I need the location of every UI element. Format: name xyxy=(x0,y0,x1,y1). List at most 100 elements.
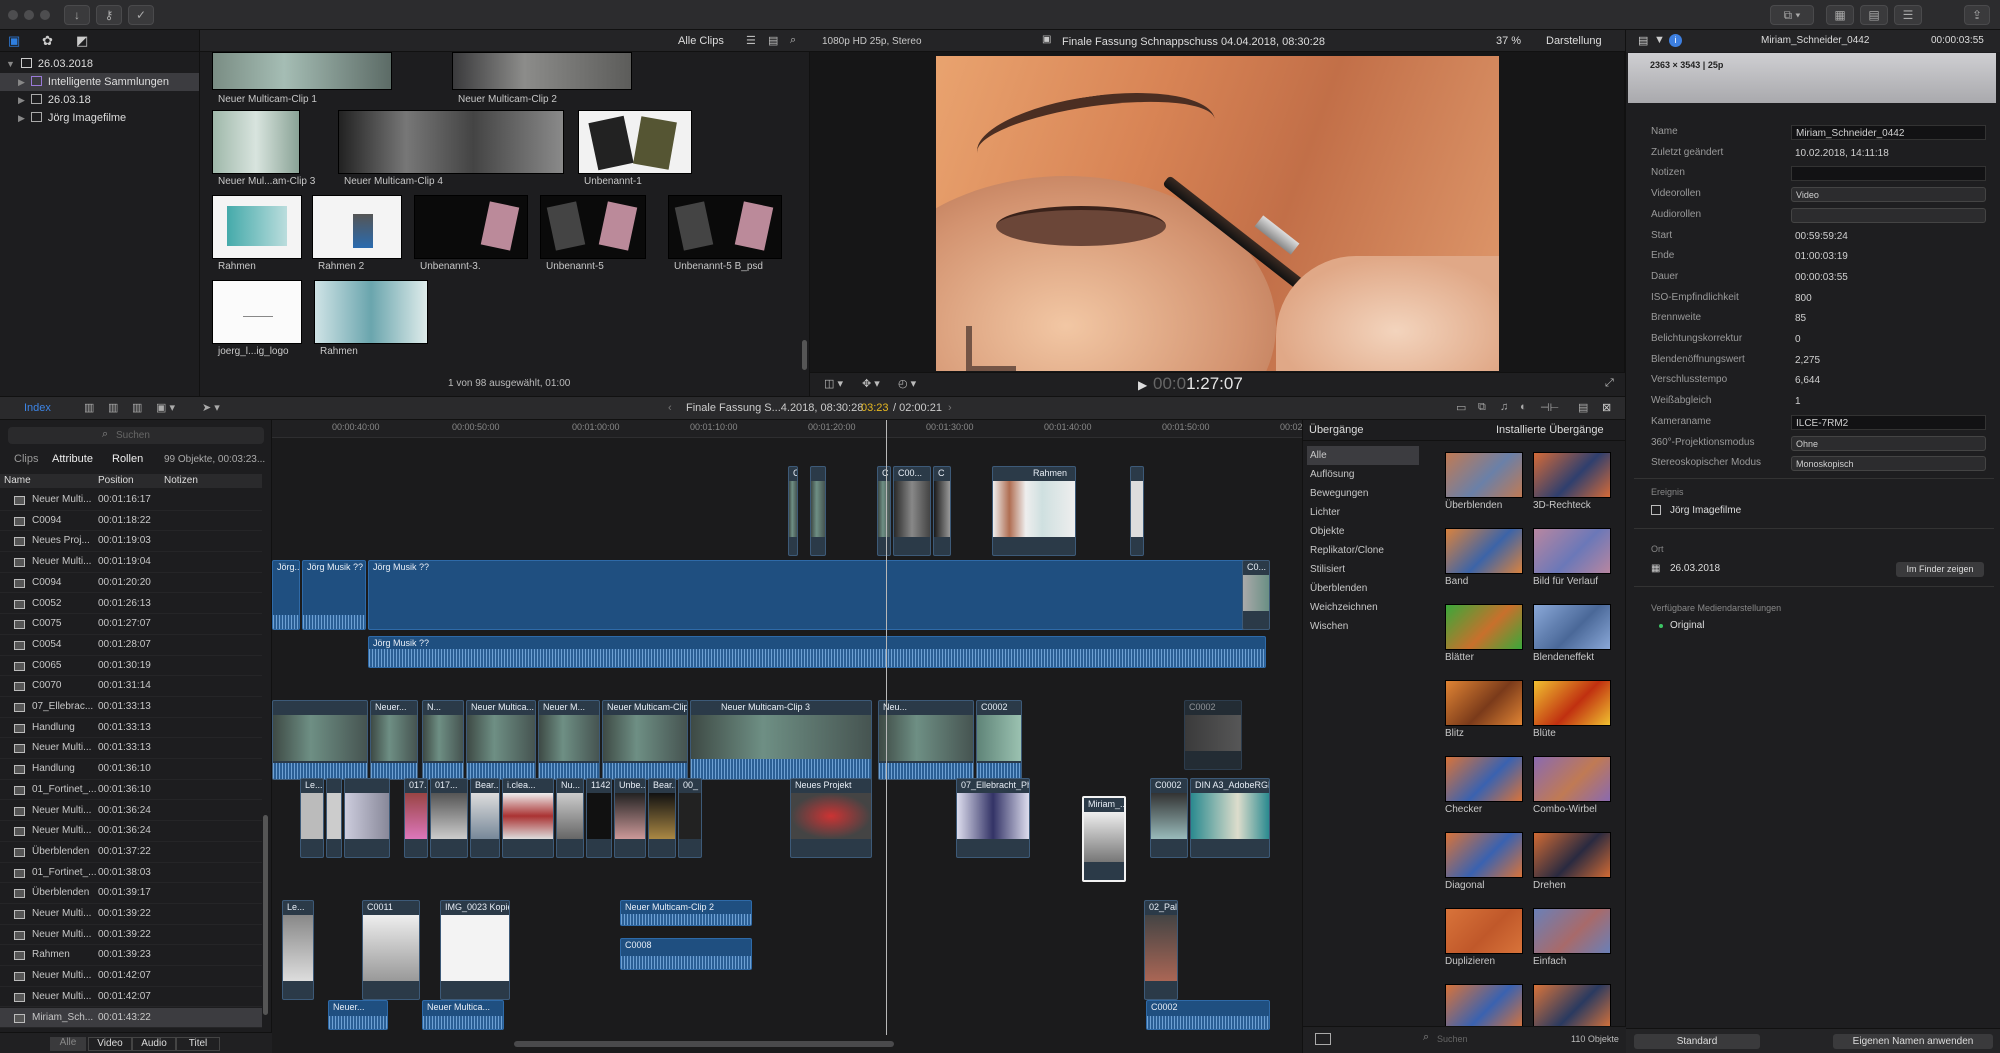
layout-timeline-icon[interactable]: ▤ xyxy=(1860,5,1888,25)
search-icon[interactable]: ⌕ xyxy=(790,34,796,47)
import-icon[interactable]: ↓ xyxy=(64,5,90,25)
connected-clip[interactable]: C xyxy=(933,466,951,556)
library-item-smart-collections[interactable]: ▶ Intelligente Sammlungen xyxy=(0,73,199,91)
index-row[interactable]: Miriam_Sch... 00:01:43:22 xyxy=(0,1007,262,1029)
insert-icon[interactable]: ▥ xyxy=(108,401,118,414)
primary-clip[interactable]: N... xyxy=(422,700,464,780)
key-icon[interactable]: ⚷ xyxy=(96,5,122,25)
library-item-root[interactable]: ▼ 26.03.2018 xyxy=(0,55,199,73)
browser-clip[interactable]: Neuer Multicam-Clip 4 xyxy=(338,110,564,190)
library-item-event-1[interactable]: ▶ 26.03.18 xyxy=(0,91,199,109)
transition-item[interactable]: Combo-Wirbel xyxy=(1533,756,1611,816)
transition-category[interactable]: Wischen xyxy=(1307,617,1419,636)
browser-clip[interactable]: joerg_l...ig_logo xyxy=(212,280,302,360)
connected-clip[interactable]: 00_ xyxy=(678,778,702,858)
effects-browser-icon[interactable]: ▤ xyxy=(1578,401,1588,414)
transition-category[interactable]: Objekte xyxy=(1307,522,1419,541)
primary-clip[interactable]: Neuer Multicam-Clip 2 xyxy=(602,700,688,780)
connected-clip[interactable]: Rahmen xyxy=(992,466,1076,556)
timeline-scrollbar[interactable] xyxy=(514,1041,894,1047)
transition-search-placeholder[interactable]: Suchen xyxy=(1437,1034,1468,1044)
primary-clip[interactable] xyxy=(272,700,368,780)
transition-item[interactable]: Blendeneffekt xyxy=(1533,604,1611,664)
list-view-icon[interactable]: ☰ xyxy=(746,34,756,47)
transition-item[interactable]: Einfach xyxy=(1533,908,1611,968)
connected-clip[interactable]: Neuer Multicam-Clip 2 xyxy=(620,900,752,926)
inspector-value[interactable] xyxy=(1791,166,1986,182)
primary-clip[interactable]: Neuer Multicam-Clip 3 xyxy=(690,700,872,780)
library-icon[interactable]: ▣ xyxy=(8,34,24,48)
tab-roles[interactable]: Rollen xyxy=(112,453,143,465)
transition-item[interactable]: Drehen xyxy=(1533,832,1611,892)
index-row[interactable]: Neuer Multi... 00:01:36:24 xyxy=(0,801,262,822)
viewer-image[interactable] xyxy=(936,56,1499,371)
transition-category[interactable]: Weichzeichnen xyxy=(1307,598,1419,617)
browser-clip[interactable]: Unbenannt-3. xyxy=(414,195,528,275)
window-controls[interactable] xyxy=(8,10,54,20)
inspector-value[interactable]: Miriam_Schneider_0442 xyxy=(1791,125,1986,140)
layout-inspector-icon[interactable]: ☰ xyxy=(1894,5,1922,25)
transition-category[interactable]: Stilisiert xyxy=(1307,560,1419,579)
index-row[interactable]: Neuer Multi... 00:01:33:13 xyxy=(0,738,262,760)
filter-tab-icon[interactable]: ▼ xyxy=(1654,34,1665,46)
primary-clip[interactable]: Neuer... xyxy=(370,700,418,780)
display-menu[interactable]: Darstellung xyxy=(1546,35,1602,47)
connected-clip[interactable]: i.clea... xyxy=(502,778,554,858)
audio-skimming-icon[interactable]: ♫ xyxy=(1500,401,1508,413)
index-row[interactable]: Handlung 00:01:36:10 xyxy=(0,759,262,780)
index-row[interactable]: C0094 00:01:20:20 xyxy=(0,573,262,594)
transition-category[interactable]: Lichter xyxy=(1307,503,1419,522)
transition-item[interactable]: 3D-Rechteck xyxy=(1533,452,1611,512)
connected-clip[interactable]: 017... xyxy=(404,778,428,858)
photos-icon[interactable]: ✿ xyxy=(42,34,58,48)
connected-clip[interactable]: Neuer... xyxy=(328,1000,388,1030)
browser-clip[interactable]: Neuer Mul...am-Clip 3 xyxy=(212,110,315,190)
installed-transitions-menu[interactable]: Installierte Übergänge xyxy=(1496,424,1604,436)
speed-menu-icon[interactable]: ◴ ▾ xyxy=(898,377,916,390)
connected-audio-clip[interactable]: C0008 xyxy=(620,938,752,970)
inspector-value[interactable]: Monoskopisch xyxy=(1791,456,1986,472)
transition-category[interactable]: Auflösung xyxy=(1307,465,1419,484)
column-position[interactable]: Position xyxy=(98,475,134,486)
connected-clip[interactable]: 1142 xyxy=(586,778,612,858)
transition-item[interactable]: Blüte xyxy=(1533,680,1611,740)
connected-clip[interactable]: IMG_0023 Kopie xyxy=(440,900,510,1000)
transform-menu-icon[interactable]: ✥ ▾ xyxy=(862,377,880,390)
transition-item[interactable]: Blitz xyxy=(1445,680,1523,740)
back-icon[interactable]: ‹ xyxy=(668,402,672,414)
info-tab-icon[interactable]: ▤ xyxy=(1638,34,1648,47)
index-row[interactable]: Neuer Multi... 00:01:42:07 xyxy=(0,987,262,1008)
index-button[interactable]: Index xyxy=(24,402,51,414)
timeline-ruler[interactable]: 00:00:40:00 00:00:50:00 00:01:00:00 00:0… xyxy=(272,420,1328,438)
index-row[interactable]: Neuer Multi... 00:01:39:22 xyxy=(0,904,262,925)
connected-clip[interactable]: C00... xyxy=(893,466,931,556)
connected-clip[interactable]: Bear... xyxy=(470,778,500,858)
music-clip[interactable]: Jörg Musik ?? xyxy=(368,636,1266,668)
apply-names-button[interactable]: Eigenen Namen anwenden xyxy=(1833,1034,1993,1049)
tab-clips[interactable]: Clips xyxy=(14,453,38,465)
connected-clip[interactable] xyxy=(344,778,390,858)
index-row[interactable]: Neuer Multi... 00:01:16:17 xyxy=(0,490,262,511)
browser-clip[interactable]: Unbenannt-1 xyxy=(578,110,692,190)
transition-item[interactable]: Diagonal xyxy=(1445,832,1523,892)
overwrite-icon[interactable]: ▥ xyxy=(132,401,142,414)
transition-item[interactable]: Checker xyxy=(1445,756,1523,816)
connected-clip[interactable]: Unbe... xyxy=(614,778,646,858)
filter-titles[interactable]: Titel xyxy=(176,1037,220,1051)
connected-clip[interactable] xyxy=(810,466,826,556)
connected-clip[interactable]: C0... xyxy=(1242,560,1270,630)
select-tool-icon[interactable]: ➤ ▾ xyxy=(202,401,220,414)
connected-clip[interactable] xyxy=(1130,466,1144,556)
browser-clip[interactable]: Unbenannt-5 B_psd xyxy=(668,195,782,275)
connected-clip[interactable]: Neues Projekt xyxy=(790,778,872,858)
index-search-field[interactable]: ⌕ Suchen xyxy=(8,427,264,444)
transition-category[interactable]: Überblenden xyxy=(1307,579,1419,598)
transitions-browser-icon[interactable]: ⊠ xyxy=(1602,401,1611,414)
crop-menu-icon[interactable]: ◫ ▾ xyxy=(824,377,843,390)
primary-clip-faded[interactable]: C0002 xyxy=(1184,700,1242,770)
tab-attributes[interactable]: Attribute xyxy=(52,453,93,465)
zoom-menu[interactable]: 37 % xyxy=(1496,35,1521,47)
music-clip[interactable]: Jörg Musik ?? xyxy=(302,560,366,630)
primary-clip[interactable]: Neuer Multica... xyxy=(466,700,536,780)
show-in-finder-button[interactable]: Im Finder zeigen xyxy=(1896,562,1984,577)
